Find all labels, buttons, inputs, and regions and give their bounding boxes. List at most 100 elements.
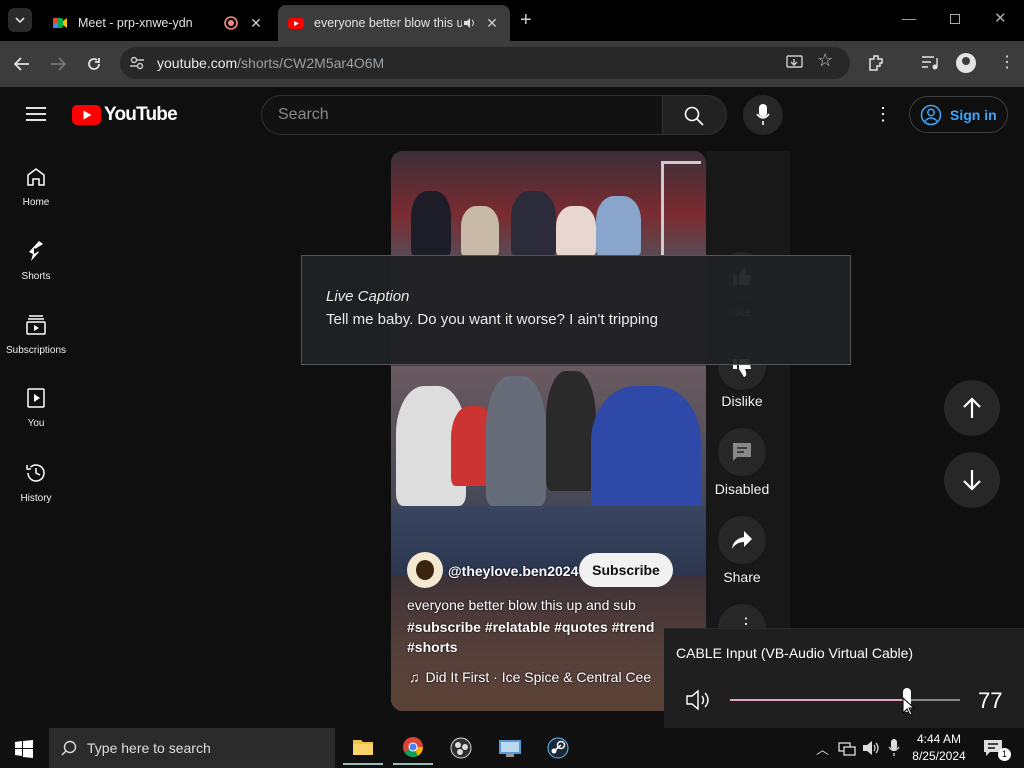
logo-text: YouTube [104,104,178,125]
volume-slider[interactable] [730,688,960,712]
sidebar-item-subscriptions[interactable]: Subscriptions [0,313,72,356]
new-tab-icon[interactable]: + [520,9,532,32]
volume-tray-icon[interactable] [862,740,880,756]
sidebar-item-shorts[interactable]: Shorts [0,239,72,282]
sign-in-button[interactable]: Sign in [909,96,1008,133]
steam-app[interactable] [538,731,578,765]
video-frame-lower [391,366,706,711]
speaker-icon[interactable] [462,16,476,30]
show-hidden-icons-icon[interactable]: ︿ [816,739,829,758]
sidebar-item-label: Subscriptions [5,345,67,356]
search-icon [684,106,704,126]
video-frame [391,151,706,256]
arrow-down-icon [963,470,981,491]
meet-icon [53,18,67,28]
youtube-logo[interactable]: YouTube [72,104,178,126]
taskbar-clock[interactable]: 4:44 AM 8/25/2024 [908,731,970,765]
subscribe-button[interactable]: Subscribe [579,553,673,587]
minimize-icon[interactable]: — [902,10,916,26]
comments-label: Disabled [714,481,770,497]
history-icon [26,464,45,482]
sidebar-item-you[interactable]: You [0,386,72,429]
close-window-icon[interactable]: ✕ [994,9,1007,27]
volume-flyout: CABLE Input (VB-Audio Virtual Cable) 77 [664,628,1024,728]
media-control-icon[interactable] [921,55,939,71]
sidebar-item-history[interactable]: History [0,461,72,504]
profile-avatar[interactable] [956,53,976,73]
arrow-up-icon [963,397,981,418]
comment-icon [733,443,751,461]
account-icon [920,104,942,125]
url-text: youtube.com/shorts/CW2M5ar4O6M [157,55,384,71]
music-note-icon: ♫ [409,669,420,685]
previous-short-button[interactable] [944,380,1000,436]
chevron-down-icon [15,17,25,23]
taskbar-search-placeholder: Type here to search [87,740,211,756]
sign-in-label: Sign in [950,106,997,123]
windows-start-icon[interactable] [15,740,33,758]
close-tab-icon[interactable]: ✕ [246,15,266,32]
close-tab-icon[interactable]: ✕ [482,15,502,32]
obs-app[interactable] [441,731,481,765]
clock-date: 8/25/2024 [912,749,966,763]
url-domain: youtube.com [157,55,238,71]
tab-title: everyone better blow this up [314,16,462,30]
live-caption-text: Tell me baby. Do you want it worse? I ai… [326,311,658,328]
restore-icon[interactable] [950,14,960,24]
tab-title: Meet - prp-xnwe-ydn [78,16,193,30]
short-hashtags[interactable]: #subscribe #relatable #quotes #trend #sh… [407,617,677,657]
tab-youtube[interactable]: everyone better blow this up ✕ [278,5,510,41]
dislike-label: Dislike [721,393,763,409]
you-icon [27,388,45,408]
tab-meet[interactable]: Meet - prp-xnwe-ydn ✕ [42,5,274,41]
search-input[interactable]: Search [261,95,663,135]
channel-name[interactable]: @theylove.ben2024 [448,563,578,579]
sidebar-item-home[interactable]: Home [0,165,72,208]
share-label: Share [723,569,761,585]
sidebar-item-label: Home [22,197,50,208]
live-caption-box[interactable]: Live Caption Tell me baby. Do you want i… [301,255,851,365]
menu-icon[interactable] [26,106,46,122]
audio-device-name[interactable]: CABLE Input (VB-Audio Virtual Cable) [676,645,913,661]
notification-count: 1 [998,748,1011,761]
music-row[interactable]: ♫ Did It First · Ice Spice & Central Cee [409,669,651,685]
folder-icon [353,740,373,755]
sidebar-item-label: History [20,493,52,504]
short-description: everyone better blow this up and sub [407,597,636,613]
microphone-tray-icon[interactable] [888,739,900,757]
share-button[interactable] [718,516,766,564]
browser-menu-icon[interactable]: ⋮ [999,52,1015,72]
search-button[interactable] [663,95,727,135]
reload-icon[interactable] [85,55,103,73]
next-short-button[interactable] [944,452,1000,508]
remote-desktop-app[interactable] [490,731,530,765]
install-app-icon[interactable] [786,54,804,72]
speaker-volume-icon[interactable] [686,689,712,711]
site-info-icon[interactable] [129,55,145,71]
taskbar-search-input[interactable]: Type here to search [49,728,335,768]
forward-icon[interactable] [49,55,67,73]
extensions-icon[interactable] [867,54,885,72]
back-icon[interactable] [13,55,31,73]
chrome-app[interactable] [393,731,433,765]
channel-avatar[interactable] [407,552,443,588]
microphone-icon [756,104,770,125]
remote-desktop-icon [499,740,521,757]
comments-button[interactable] [718,428,766,476]
steam-icon [547,737,569,759]
tab-search-button[interactable] [8,8,32,32]
network-icon[interactable] [838,740,856,756]
bookmark-star-icon[interactable]: ☆ [817,50,833,71]
sidebar-item-label: Shorts [21,271,51,282]
music-title: Did It First · Ice Spice & Central Cee [425,669,652,685]
clock-time: 4:44 AM [916,732,962,746]
search-placeholder: Search [278,106,329,123]
settings-menu-icon[interactable]: ⋮ [874,104,892,125]
share-icon [732,531,752,549]
voice-search-button[interactable] [743,95,783,135]
tab-strip: Meet - prp-xnwe-ydn ✕ everyone better bl… [0,0,1024,41]
chrome-icon [403,737,424,758]
file-explorer-app[interactable] [343,731,383,765]
shorts-icon [29,241,43,261]
mouse-cursor-icon [902,697,916,716]
